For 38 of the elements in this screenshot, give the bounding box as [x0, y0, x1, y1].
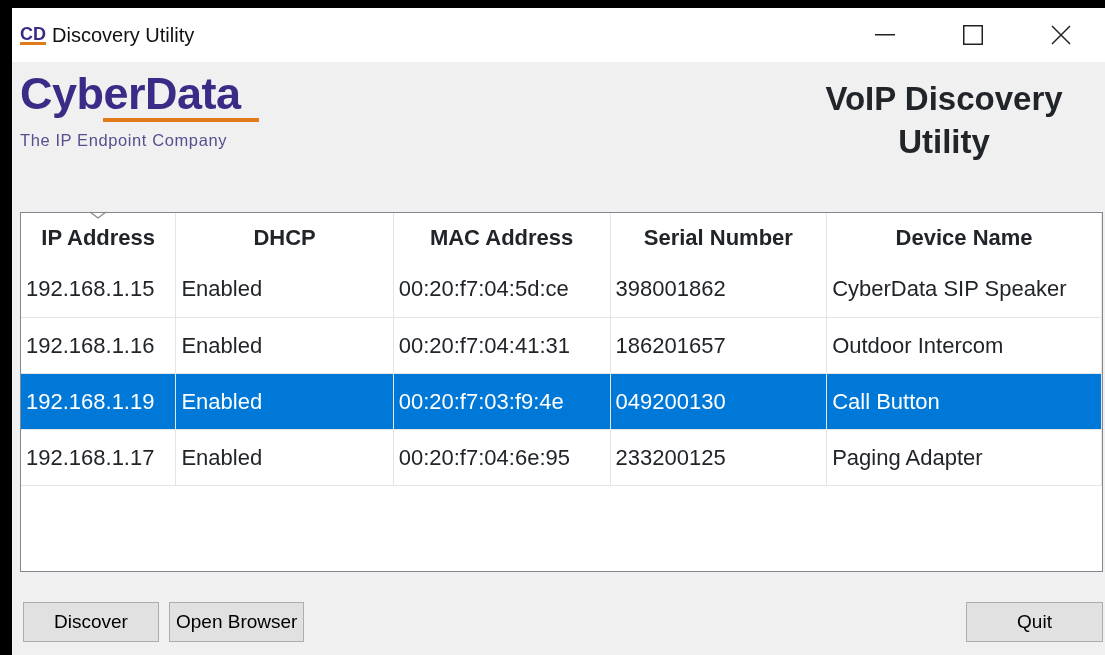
table-cell: Enabled — [175, 429, 394, 485]
table-cell: 192.168.1.17 — [21, 429, 176, 485]
table-cell: Enabled — [175, 317, 394, 373]
table-cell: Enabled — [175, 261, 394, 317]
action-button[interactable]: Discover — [23, 602, 159, 642]
table-row[interactable]: 192.168.1.19 Enabled 00:20:f7:03:f9:4e 049200130 Call Button — [21, 373, 1102, 429]
table-row[interactable]: 192.168.1.17 Enabled 00:20:f7:04:6e:95 233200125 Paging Adapter — [21, 429, 1102, 485]
action-button[interactable]: Quit — [966, 602, 1103, 642]
table-cell: Call Button — [826, 373, 1102, 429]
table-cell: Enabled — [175, 373, 394, 429]
close-icon — [1051, 25, 1071, 45]
table-cell: 00:20:f7:04:41:31 — [393, 317, 610, 373]
table-cell: 049200130 — [610, 373, 827, 429]
table-row[interactable]: 192.168.1.15 Enabled 00:20:f7:04:5d:ce 398001862 CyberData SIP Speaker — [21, 261, 1102, 317]
table-row[interactable]: 192.168.1.16 Enabled 00:20:f7:04:41:31 186201657 Outdoor Intercom — [21, 317, 1102, 373]
logo-tagline: The IP Endpoint Company — [20, 130, 229, 151]
table-cell: 00:20:f7:03:f9:4e — [393, 373, 610, 429]
table-cell: 00:20:f7:04:6e:95 — [393, 429, 610, 485]
action-button[interactable]: Open Browser — [169, 602, 305, 642]
app-heading: VoIP Discovery Utility — [824, 79, 1064, 162]
table-cell: 233200125 — [610, 429, 827, 485]
table-cell: 192.168.1.19 — [21, 373, 176, 429]
minimize-icon — [875, 34, 895, 36]
column-header[interactable]: DHCP — [175, 213, 394, 261]
column-header[interactable]: MAC Address — [393, 213, 610, 261]
table-cell: Outdoor Intercom — [826, 317, 1102, 373]
table-cell: CyberData SIP Speaker — [826, 261, 1102, 317]
maximize-icon — [963, 25, 983, 45]
table-cell: 192.168.1.16 — [21, 317, 176, 373]
table-cell: 192.168.1.15 — [21, 261, 176, 317]
table-cell: 00:20:f7:04:5d:ce — [393, 261, 610, 317]
column-header[interactable]: IP Address — [21, 213, 176, 261]
column-header[interactable]: Serial Number — [610, 213, 827, 261]
table-cell: 186201657 — [610, 317, 827, 373]
window-title: Discovery Utility — [52, 23, 195, 48]
column-header[interactable]: Device Name — [826, 213, 1102, 261]
table-cell: 398001862 — [610, 261, 827, 317]
table-cell: Paging Adapter — [826, 429, 1102, 485]
